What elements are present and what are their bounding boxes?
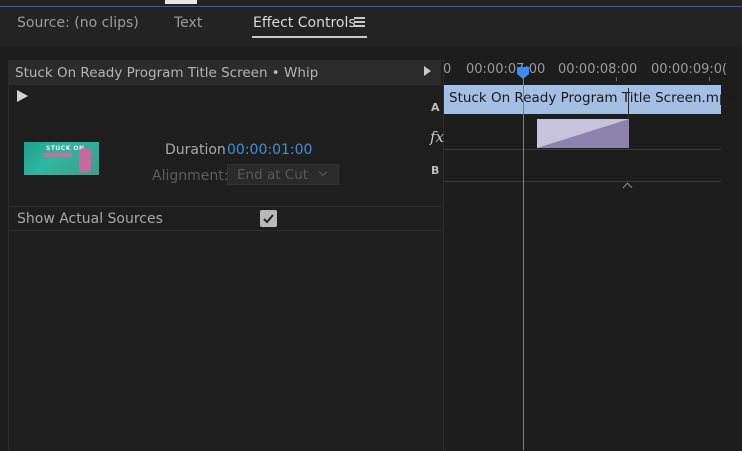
ruler-label: 00:00:07:00 [466, 62, 546, 77]
transition-thumbnail: STUCK ON [24, 142, 99, 175]
ruler-label: 0 [443, 62, 452, 77]
show-actual-sources-label: Show Actual Sources [17, 211, 163, 227]
expand-arrow-icon[interactable] [424, 66, 431, 76]
ruler-label: 00:00:09:0( [651, 62, 728, 77]
ruler-tick [709, 77, 710, 81]
effect-controls-panel [8, 60, 444, 451]
tab-text[interactable]: Text [174, 15, 202, 31]
edit-point-line [628, 88, 629, 118]
track-divider [444, 181, 721, 182]
ruler-tick [616, 77, 617, 81]
track-divider [444, 149, 721, 150]
divider [9, 206, 441, 207]
panel-menu-icon[interactable] [354, 17, 365, 27]
alignment-value: End at Cut [237, 167, 309, 183]
ruler-label: 00:00:08:00 [558, 62, 638, 77]
panel-focus-line [0, 6, 742, 7]
clip-bar-label: Stuck On Ready Program Title Screen.mp4 [449, 90, 737, 106]
chevron-up-icon[interactable] [622, 182, 633, 193]
playhead-handle-icon[interactable] [516, 66, 530, 80]
track-b-label: B [431, 164, 440, 177]
track-a-label: A [431, 101, 440, 114]
duration-value[interactable]: 00:00:01:00 [227, 142, 312, 158]
playhead-line[interactable] [523, 72, 524, 450]
play-transition-button[interactable] [17, 90, 28, 102]
show-actual-sources-checkbox[interactable] [260, 210, 277, 227]
thumbnail-subtitle-bar [44, 153, 72, 157]
alignment-label: Alignment: [152, 168, 229, 184]
time-ruler[interactable]: 0 00:00:07:00 00:00:08:00 00:00:09:0( [442, 60, 742, 84]
checkmark-icon [263, 214, 274, 224]
duration-label: Duration [165, 142, 226, 158]
thumbnail-figure [79, 148, 91, 172]
clip-title: Stuck On Ready Program Title Screen • Wh… [15, 65, 319, 81]
tab-effect-controls[interactable]: Effect Controls [253, 15, 356, 31]
panel-drag-nub[interactable] [165, 0, 197, 4]
tab-source[interactable]: Source: (no clips) [17, 15, 139, 31]
active-tab-underline [252, 36, 367, 38]
divider [9, 230, 441, 231]
panel-tab-bar: Source: (no clips) Text Effect Controls [0, 0, 742, 46]
transition-ramp-icon [537, 119, 629, 148]
fx-icon: fx [430, 128, 445, 146]
transition-block[interactable] [537, 119, 629, 148]
